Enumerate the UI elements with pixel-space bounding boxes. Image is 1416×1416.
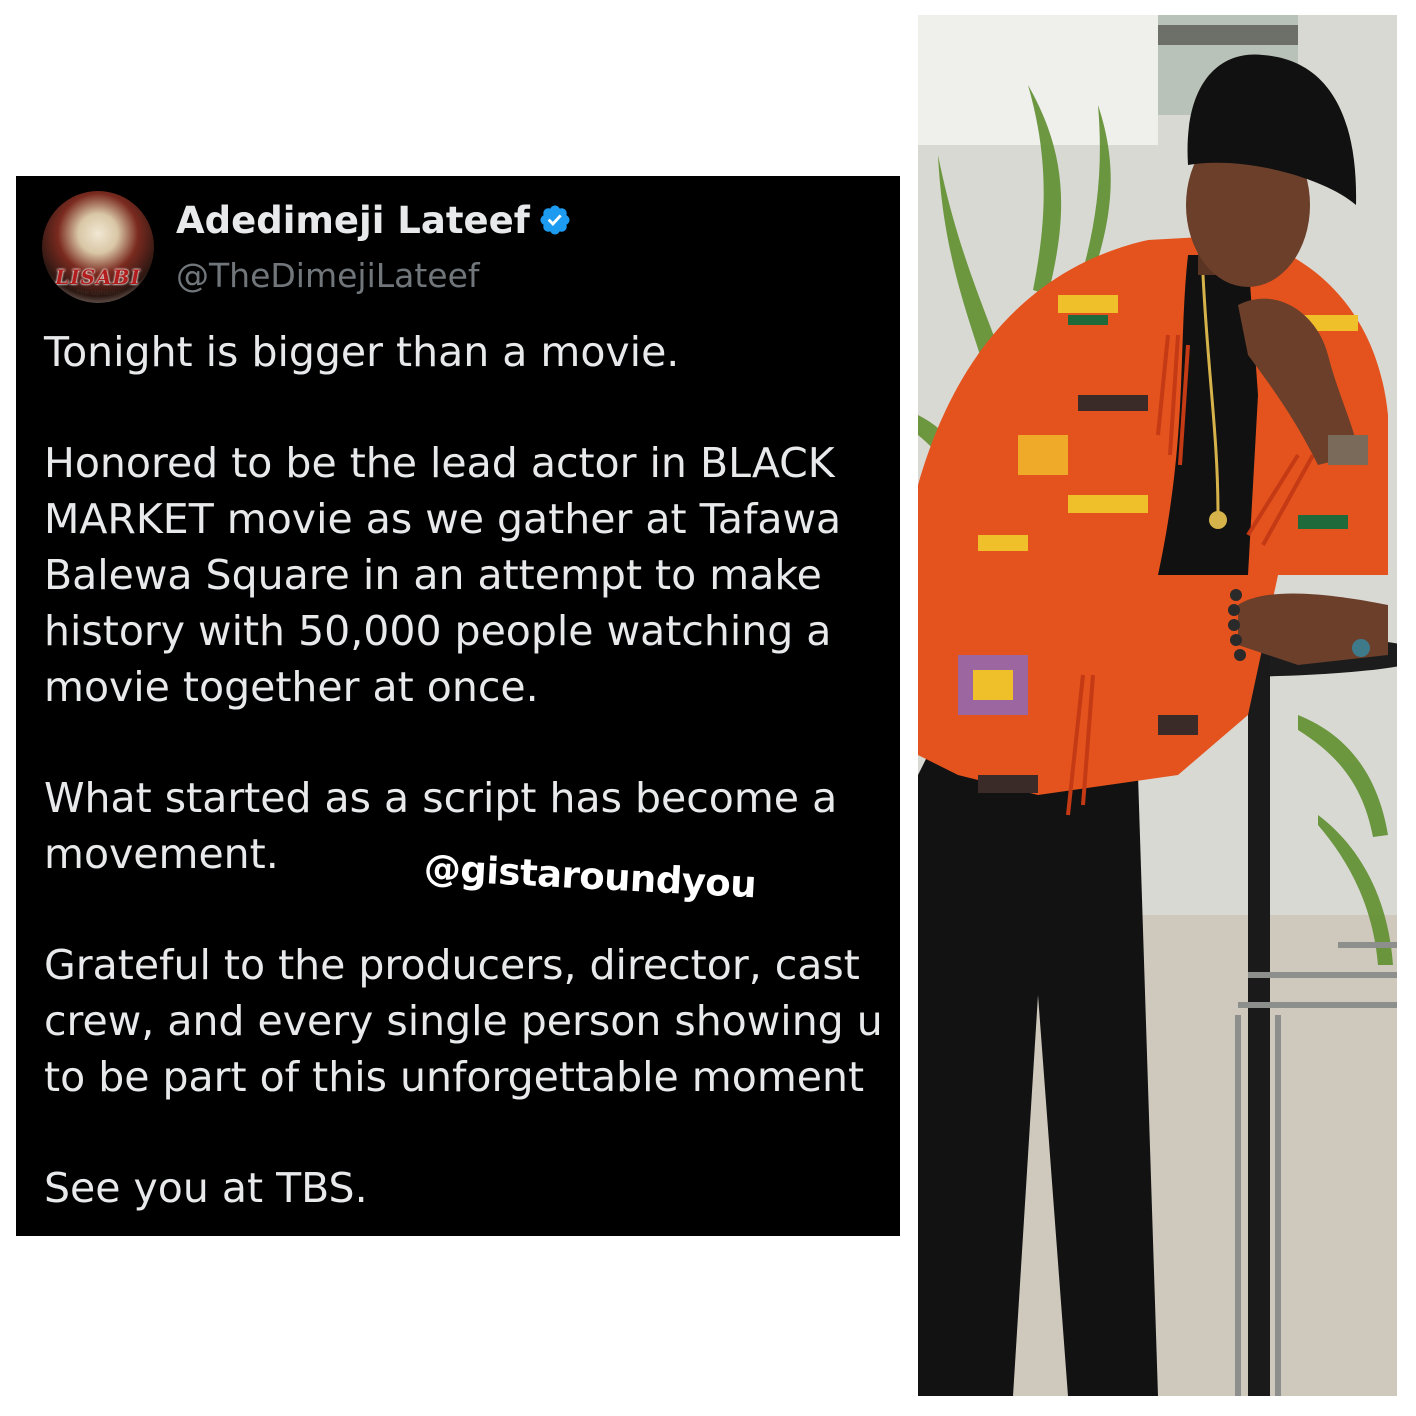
- author-handle[interactable]: @TheDimejiLateef: [176, 256, 480, 295]
- tweet-line: Honored to be the lead actor in BLACK: [44, 439, 835, 487]
- tweet-line: crew, and every single person showing u: [44, 997, 883, 1045]
- author-name-row: Adedimeji Lateef: [176, 196, 572, 244]
- tweet-card: LISABI The Uprising Adedimeji Lateef @Th…: [16, 176, 900, 1236]
- tweet-line: to be part of this unforgettable moment: [44, 1053, 865, 1101]
- tweet-body: Tonight is bigger than a movie. Honored …: [44, 324, 900, 1216]
- tweet-line: movie together at once.: [44, 663, 539, 711]
- tweet-line: history with 50,000 people watching a: [44, 607, 832, 655]
- verified-badge-icon: [540, 205, 570, 235]
- avatar-subtitle-text: The Uprising: [75, 289, 121, 297]
- actor-photo-illustration: [918, 15, 1397, 1396]
- tweet-line: What started as a script has become a: [44, 774, 838, 822]
- avatar-banner-text: LISABI: [55, 265, 141, 289]
- actor-photo: [918, 15, 1397, 1396]
- tweet-line: Balewa Square in an attempt to make: [44, 551, 822, 599]
- avatar[interactable]: LISABI The Uprising: [42, 191, 154, 303]
- tweet-line: MARKET movie as we gather at Tafawa: [44, 495, 842, 543]
- tweet-line: See you at TBS.: [44, 1164, 368, 1212]
- tweet-line: Grateful to the producers, director, cas…: [44, 941, 860, 989]
- author-display-name[interactable]: Adedimeji Lateef: [176, 199, 530, 242]
- tweet-line: Tonight is bigger than a movie.: [44, 328, 680, 376]
